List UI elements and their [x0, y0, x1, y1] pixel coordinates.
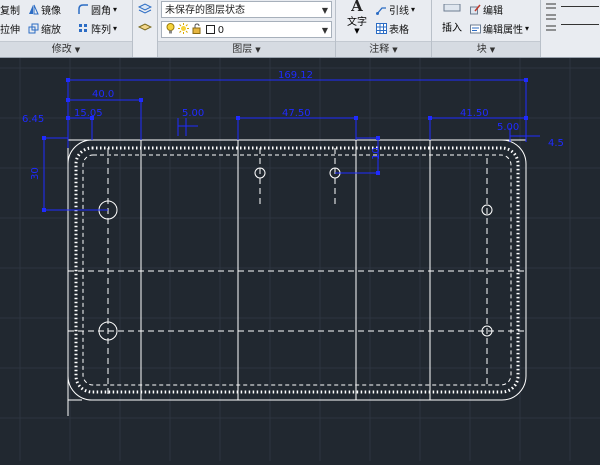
stretch-button[interactable]: 拉伸 — [0, 20, 20, 36]
stretch-label: 拉伸 — [0, 24, 20, 36]
scale-button[interactable]: 缩放 — [28, 20, 61, 36]
edit-block-icon — [470, 4, 481, 14]
dimension-labels: 169.12 40.0 15.05 6.45 30 5.00 47.50 10 … — [22, 70, 564, 180]
edit-block-button[interactable]: 编辑 — [470, 1, 503, 17]
dim-right-span: 41.50 — [460, 108, 489, 119]
copy-button[interactable]: 复制 — [0, 1, 20, 17]
properties-panel — [541, 0, 600, 57]
array-icon — [79, 23, 87, 32]
layer-match-icon[interactable] — [138, 21, 152, 35]
leader-label: 引线 — [389, 5, 409, 17]
dim-right-vertical: 4.5 — [548, 138, 564, 149]
dim-right-small: 5.00 — [497, 122, 519, 133]
fillet-button[interactable]: 圆角 ▾ — [78, 1, 117, 17]
scale-label: 缩放 — [41, 24, 61, 36]
mirror-button[interactable]: 镜像 — [28, 1, 61, 17]
table-label: 表格 — [389, 24, 409, 36]
layer-properties-icon[interactable] — [138, 2, 152, 16]
modify-title-label: 修改 — [51, 44, 72, 55]
layer-state-value: 未保存的图层状态 — [165, 5, 245, 16]
edit-attributes-label: 编辑属性 — [483, 24, 523, 36]
part-geometry — [67, 139, 527, 416]
annotation-panel-title[interactable]: 注释 ▼ — [336, 41, 431, 57]
current-layer-dropdown[interactable]: 0 ▼ — [161, 21, 332, 38]
table-icon — [376, 22, 387, 34]
dim-left-height: 30 — [30, 167, 41, 180]
modify-panel: 复制 镜像 圆角 ▾ 拉伸 缩放 阵列 ▾ 修改 ▼ — [0, 0, 133, 57]
ribbon: 复制 镜像 圆角 ▾ 拉伸 缩放 阵列 ▾ 修改 ▼ 未保存的图层状态 ▼ 0 … — [0, 0, 600, 58]
scale-icon — [28, 23, 39, 33]
inner-dashed-outline — [82, 154, 512, 386]
copy-label: 复制 — [0, 5, 20, 17]
layer-tools-column — [133, 0, 158, 57]
insert-button[interactable]: 插入 — [436, 0, 468, 38]
leader-icon — [376, 6, 386, 15]
outer-rounded-outline — [67, 139, 527, 401]
leader-button[interactable]: 引线 ▾ — [376, 1, 415, 17]
table-button[interactable]: 表格 — [376, 20, 409, 36]
linetype-swatch[interactable] — [561, 6, 599, 7]
chevron-down-icon: ▼ — [321, 26, 328, 35]
dim-left-offset: 40.0 — [92, 89, 114, 100]
edit-attributes-icon — [470, 24, 481, 33]
dim-left-vertical: 6.45 — [22, 114, 44, 125]
modify-panel-title[interactable]: 修改 ▼ — [0, 41, 132, 57]
layer-color-swatch-icon — [205, 25, 215, 34]
mirror-icon — [29, 4, 39, 14]
current-layer-value: 0 — [217, 25, 225, 36]
sun-icon — [178, 23, 190, 34]
block-panel-title[interactable]: 块 ▼ — [432, 41, 540, 57]
insert-label: 插入 — [442, 23, 462, 34]
drawing-svg[interactable]: 169.12 40.0 15.05 6.45 30 5.00 47.50 10 … — [0, 58, 600, 461]
dimension-arrowheads — [42, 78, 528, 212]
unlock-icon — [192, 23, 201, 34]
fillet-icon — [78, 3, 88, 14]
inner-hatched-outline — [74, 146, 520, 394]
list-properties-icon[interactable] — [545, 1, 557, 35]
array-label: 阵列 — [91, 24, 111, 36]
dim-overall-width: 169.12 — [278, 70, 313, 81]
text-button[interactable]: A 文字 ▼ — [342, 0, 372, 38]
chevron-down-icon: ▼ — [321, 6, 328, 15]
insert-block-icon — [443, 3, 461, 12]
fillet-label: 圆角 — [91, 5, 111, 17]
lineweight-swatch[interactable] — [561, 24, 599, 25]
dim-center-small: 5.00 — [182, 108, 204, 119]
dimensions — [43, 79, 540, 211]
drawing-canvas[interactable]: 169.12 40.0 15.05 6.45 30 5.00 47.50 10 … — [0, 58, 600, 461]
annotation-panel: A 文字 ▼ 引线 ▾ 表格 注释 ▼ — [336, 0, 432, 57]
layers-title-label: 图层 — [232, 44, 253, 55]
dim-hole-vertical: 10 — [371, 147, 382, 160]
layer-state-dropdown[interactable]: 未保存的图层状态 ▼ — [161, 1, 332, 18]
array-button[interactable]: 阵列 ▾ — [78, 20, 117, 36]
dim-center-span: 47.50 — [282, 108, 311, 119]
dim-left-small: 15.05 — [74, 108, 103, 119]
edit-attributes-button[interactable]: 编辑属性 ▾ — [470, 20, 529, 36]
lightbulb-icon — [166, 23, 175, 34]
annotation-title-label: 注释 — [369, 44, 390, 55]
edit-block-label: 编辑 — [483, 5, 503, 17]
block-title-label: 块 — [476, 44, 487, 55]
mirror-label: 镜像 — [41, 5, 61, 17]
text-label: 文字 — [347, 17, 367, 28]
layers-panel-title[interactable]: 图层 ▼ — [158, 41, 335, 57]
text-icon: A — [351, 0, 363, 15]
block-panel: 插入 编辑 编辑属性 ▾ 块 ▼ — [432, 0, 541, 57]
layers-panel: 未保存的图层状态 ▼ 0 ▼ 图层 ▼ — [158, 0, 336, 57]
